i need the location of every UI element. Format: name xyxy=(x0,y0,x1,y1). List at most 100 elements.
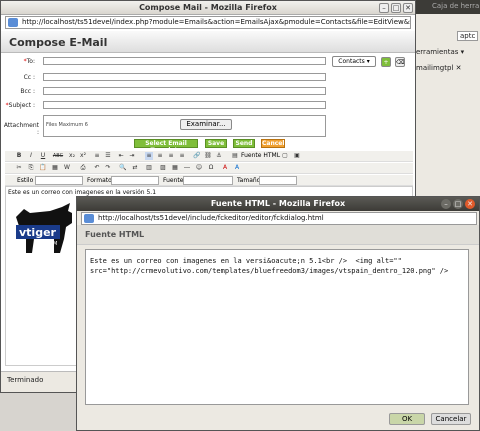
cancel-button[interactable]: Cancel xyxy=(261,139,285,148)
select-all-icon[interactable]: ▥ xyxy=(145,164,153,172)
copy-icon[interactable]: ⎘ xyxy=(27,164,35,172)
link-icon[interactable]: 🔗 xyxy=(193,152,201,160)
compose-titlebar[interactable]: Compose Mail - Mozilla Firefox – □ ✕ xyxy=(1,1,415,15)
format-select[interactable] xyxy=(111,176,159,185)
attachment-label: Attachment : xyxy=(3,122,39,136)
status-text: Terminado xyxy=(7,376,44,384)
paste-word-icon[interactable]: W xyxy=(63,164,71,172)
paste-icon[interactable]: 📋 xyxy=(39,164,47,172)
contacts-select[interactable]: Contacts ▾ xyxy=(332,56,376,67)
editor-toolbar-row1: B I U ABC x₂ x² ≡ ☰ ⇤ ⇥ ≡ ≡ ≡ ≡ 🔗 ⛓ ⚓ ▤ … xyxy=(5,151,413,162)
align-right-icon[interactable]: ≡ xyxy=(167,152,175,160)
dialog-titlebar[interactable]: Fuente HTML - Mozilla Firefox – □ ✕ xyxy=(77,197,479,211)
clear-recipient-icon[interactable]: ⌫ xyxy=(395,57,405,67)
to-input[interactable] xyxy=(43,57,326,65)
source-html-button[interactable]: Fuente HTML xyxy=(241,152,280,159)
dialog-maximize-icon[interactable]: □ xyxy=(453,199,463,209)
bullet-list-icon[interactable]: ☰ xyxy=(104,152,112,160)
cc-input[interactable] xyxy=(43,73,326,81)
cc-label: Cc : xyxy=(23,74,35,81)
browse-button[interactable]: Examinar... xyxy=(180,119,232,130)
subject-label: *Subject : xyxy=(5,102,35,109)
close-icon[interactable]: ✕ xyxy=(403,3,413,13)
bcc-input[interactable] xyxy=(43,87,326,95)
size-select[interactable] xyxy=(259,176,297,185)
text-color-icon[interactable]: A xyxy=(221,164,229,172)
bg-color-icon[interactable]: A xyxy=(233,164,241,172)
table-icon[interactable]: ▦ xyxy=(171,164,179,172)
page-favicon-icon xyxy=(8,18,18,27)
unlink-icon[interactable]: ⛓ xyxy=(204,152,212,160)
editor-toolbar-row3: Estilo Formato Fuente Tamaño xyxy=(5,175,413,186)
compose-url-bar[interactable]: http://localhost/ts51devel/index.php?mod… xyxy=(5,16,411,29)
logo-text: vtiger xyxy=(19,226,57,239)
numbered-list-icon[interactable]: ≡ xyxy=(93,152,101,160)
bg-menu-tools[interactable]: erramientas ▾ xyxy=(416,48,464,56)
bold-button[interactable]: B xyxy=(15,152,23,160)
smiley-icon[interactable]: ☺ xyxy=(195,164,203,172)
source-dialog-window: Fuente HTML - Mozilla Firefox – □ ✕ http… xyxy=(76,196,480,431)
outdent-icon[interactable]: ⇤ xyxy=(117,152,125,160)
special-char-icon[interactable]: Ω xyxy=(207,164,215,172)
undo-icon[interactable]: ↶ xyxy=(93,164,101,172)
dialog-url: http://localhost/ts51devel/include/fcked… xyxy=(98,214,324,222)
underline-button[interactable]: U xyxy=(39,152,47,160)
bg-tab-mail[interactable]: mailimgtpl ✕ xyxy=(416,64,461,72)
cut-icon[interactable]: ✂ xyxy=(15,164,23,172)
indent-icon[interactable]: ⇥ xyxy=(128,152,136,160)
logo-sub: CRM xyxy=(46,241,57,247)
anchor-icon[interactable]: ⚓ xyxy=(215,152,223,160)
replace-icon[interactable]: ⇄ xyxy=(131,164,139,172)
editor-toolbar-row2: ✂ ⎘ 📋 ▦ W ⎙ ↶ ↷ 🔍 ⇄ ▥ ▨ ▦ ― ☺ Ω A A xyxy=(5,163,413,174)
align-center-icon[interactable]: ≡ xyxy=(156,152,164,160)
ok-button[interactable]: OK xyxy=(389,413,425,425)
preview-icon[interactable]: ▣ xyxy=(293,152,301,160)
bcc-label: Bcc : xyxy=(20,88,35,95)
strike-button[interactable]: ABC xyxy=(51,152,65,160)
to-label: *To: xyxy=(23,58,35,65)
find-icon[interactable]: 🔍 xyxy=(119,164,127,172)
subject-input[interactable] xyxy=(43,101,326,109)
html-source-textarea[interactable]: Este es un correo con imagenes en la ver… xyxy=(85,249,469,405)
align-left-icon[interactable]: ≡ xyxy=(145,152,153,160)
style-select[interactable] xyxy=(35,176,83,185)
body-text: Este es un correo con imagenes en la ver… xyxy=(8,189,157,196)
attachment-box: Files Maximum 6 Examinar... xyxy=(43,115,326,137)
save-button[interactable]: Save xyxy=(205,139,227,148)
dialog-close-icon[interactable]: ✕ xyxy=(465,199,475,209)
paste-text-icon[interactable]: ▦ xyxy=(51,164,59,172)
dialog-minimize-icon[interactable]: – xyxy=(441,199,451,209)
select-email-template-button[interactable]: Select Email Template xyxy=(134,139,198,154)
font-label: Fuente xyxy=(163,177,184,184)
new-page-icon[interactable]: ▢ xyxy=(281,152,289,160)
dialog-header: Fuente HTML xyxy=(77,225,479,245)
compose-url: http://localhost/ts51devel/index.php?mod… xyxy=(22,18,411,26)
bg-tab-right: Caja de herra xyxy=(432,2,480,10)
redo-icon[interactable]: ↷ xyxy=(104,164,112,172)
files-maximum-text: Files Maximum 6 xyxy=(46,122,88,128)
bg-search[interactable]: aptc xyxy=(457,31,479,41)
dialog-url-bar[interactable]: http://localhost/ts51devel/include/fcked… xyxy=(81,212,477,225)
vtiger-bull-logo: vtiger CRM xyxy=(16,203,72,253)
compose-header: Compose E-Mail xyxy=(1,31,415,53)
image-icon[interactable]: ▨ xyxy=(159,164,167,172)
add-recipient-icon[interactable]: + xyxy=(381,57,391,67)
maximize-icon[interactable]: □ xyxy=(391,3,401,13)
dialog-heading: Fuente HTML xyxy=(85,230,145,239)
source-icon[interactable]: ▤ xyxy=(231,152,239,160)
cancel-dialog-button[interactable]: Cancelar xyxy=(431,413,471,425)
compose-window-title: Compose Mail - Mozilla Firefox xyxy=(139,3,277,12)
size-label: Tamaño xyxy=(237,177,261,184)
compose-title: Compose E-Mail xyxy=(9,36,108,49)
hr-icon[interactable]: ― xyxy=(183,164,191,172)
print-icon[interactable]: ⎙ xyxy=(79,164,87,172)
dialog-favicon-icon xyxy=(84,214,94,223)
font-select[interactable] xyxy=(183,176,233,185)
italic-button[interactable]: I xyxy=(27,152,35,160)
justify-icon[interactable]: ≡ xyxy=(178,152,186,160)
send-button[interactable]: Send xyxy=(233,139,255,148)
superscript-button[interactable]: x² xyxy=(79,152,87,160)
subscript-button[interactable]: x₂ xyxy=(68,152,76,160)
style-label: Estilo xyxy=(17,177,34,184)
minimize-icon[interactable]: – xyxy=(379,3,389,13)
